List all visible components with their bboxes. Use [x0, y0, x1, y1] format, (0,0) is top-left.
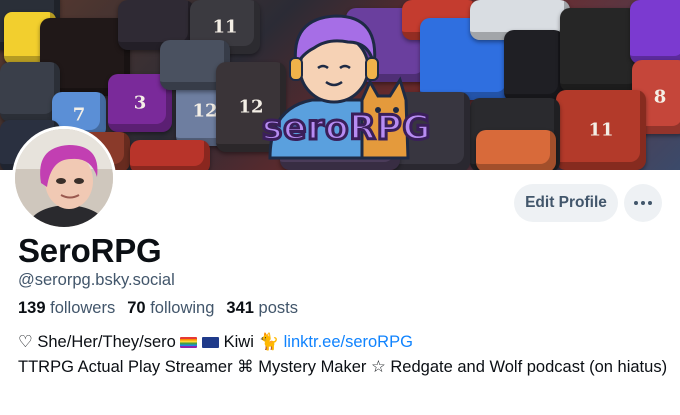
bio-line-1: ♡ She/Her/They/sero Kiwi 🐈 linktr.ee/ser…: [18, 332, 413, 352]
profile-handle[interactable]: @serorpg.bsky.social: [18, 271, 175, 290]
avatar-photo: [15, 129, 113, 227]
posts-stat: 341 posts: [226, 299, 298, 318]
following-stat[interactable]: 70 following: [127, 299, 214, 318]
ellipsis-icon: [641, 201, 645, 205]
bio-link[interactable]: linktr.ee/seroRPG: [284, 333, 413, 351]
posts-count: 341: [226, 299, 254, 317]
more-options-button[interactable]: [624, 184, 662, 222]
profile-stats: 139 followers 70 following 341 posts: [18, 299, 298, 318]
dice-image: [630, 0, 680, 64]
dice-image: 11: [556, 90, 646, 170]
bio-line-2: TTRPG Actual Play Streamer ⌘ Mystery Mak…: [18, 358, 668, 376]
dice-image: [0, 62, 60, 122]
bio-pronouns: ♡ She/Her/They/sero: [18, 333, 176, 351]
avatar[interactable]: [12, 126, 116, 230]
dice-image: [130, 140, 210, 170]
pride-flag-icon: [180, 337, 198, 348]
ellipsis-icon: [634, 201, 638, 205]
followers-stat[interactable]: 139 followers: [18, 299, 115, 318]
posts-label: posts: [258, 299, 298, 317]
black-cat-icon: 🐈: [258, 333, 280, 351]
followers-count: 139: [18, 299, 46, 317]
following-label: following: [150, 299, 215, 317]
ellipsis-icon: [648, 201, 652, 205]
dice-image: [476, 130, 556, 170]
new-zealand-flag-icon: [202, 337, 220, 348]
banner-logo-text: seroRPG: [260, 107, 432, 150]
display-name: SeroRPG: [18, 232, 162, 269]
bio-location: Kiwi: [223, 333, 254, 351]
dice-image: [504, 30, 564, 102]
following-count: 70: [127, 299, 146, 317]
edit-profile-button[interactable]: Edit Profile: [514, 184, 618, 222]
followers-label: followers: [50, 299, 116, 317]
